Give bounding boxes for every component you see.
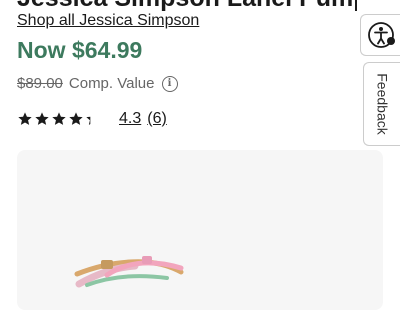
comp-value-row: $89.00 Comp. Value i [17, 75, 178, 92]
shop-brand-link[interactable]: Shop all Jessica Simpson [17, 12, 199, 30]
star-rating [17, 111, 101, 127]
rating-row[interactable]: 4.3 (6) [17, 110, 167, 128]
comp-value-label: Comp. Value [68, 75, 155, 92]
review-count[interactable]: (6) [147, 110, 167, 128]
info-icon[interactable]: i [161, 75, 178, 92]
original-price: $89.00 [17, 75, 63, 92]
accessibility-icon [368, 22, 395, 48]
feedback-tab[interactable]: Feedback [363, 62, 400, 146]
rating-value[interactable]: 4.3 [119, 110, 141, 128]
feedback-label: Feedback [374, 73, 391, 135]
sandal-illustration [74, 256, 184, 288]
star-icon [69, 112, 83, 125]
sale-price: Now $64.99 [17, 37, 143, 63]
star-icon [35, 112, 49, 125]
accessibility-button[interactable] [360, 14, 400, 56]
star-icon [18, 112, 32, 125]
product-image[interactable] [17, 150, 383, 310]
partial-star-icon [86, 116, 91, 125]
star-icon [52, 112, 66, 125]
